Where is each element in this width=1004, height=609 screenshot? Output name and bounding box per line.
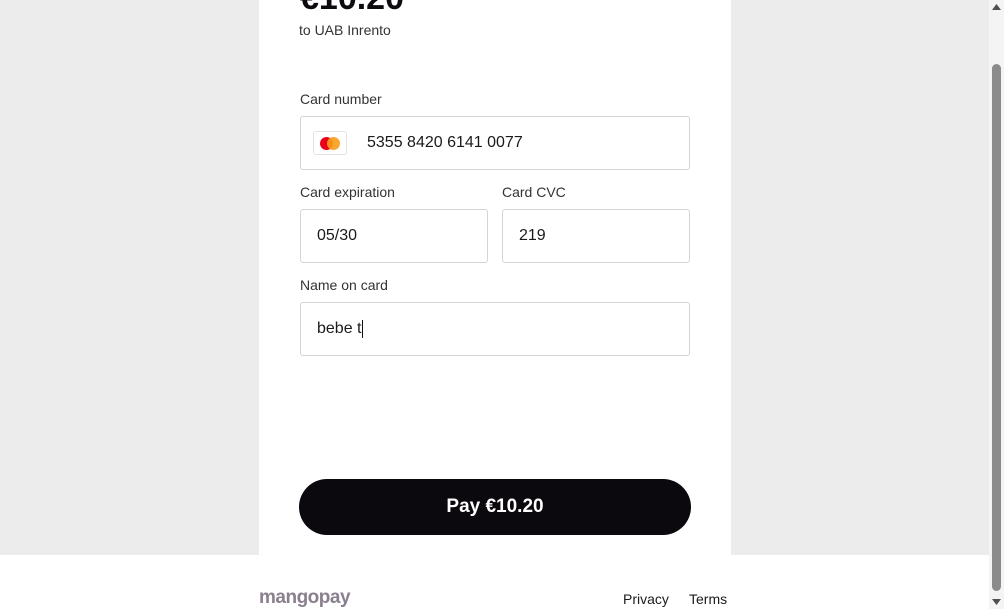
merchant-name: to UAB Inrento — [299, 22, 391, 38]
payment-amount: €10.20 — [300, 0, 404, 18]
terms-link[interactable]: Terms — [689, 591, 727, 607]
mastercard-icon — [313, 131, 347, 155]
card-expiration-value: 05/30 — [317, 227, 358, 244]
card-expiration-field[interactable]: 05/30 — [300, 209, 488, 263]
name-on-card-field[interactable]: bebe t — [300, 302, 690, 356]
name-on-card-value: bebe t — [317, 319, 364, 338]
card-cvc-value: 219 — [519, 227, 546, 244]
checkout-page: €10.20 to UAB Inrento Card number 5355 8… — [0, 0, 1004, 609]
pay-button[interactable]: Pay €10.20 — [299, 479, 691, 535]
card-number-value: 5355 8420 6141 0077 — [367, 134, 523, 151]
scrollbar-thumb[interactable] — [992, 64, 1001, 591]
privacy-link[interactable]: Privacy — [623, 591, 669, 607]
vertical-scrollbar[interactable] — [989, 0, 1004, 609]
name-on-card-label: Name on card — [300, 277, 388, 293]
text-caret — [362, 319, 364, 338]
scroll-down-icon[interactable] — [989, 595, 1004, 609]
scroll-up-icon[interactable] — [989, 0, 1004, 14]
card-cvc-label: Card CVC — [502, 184, 566, 200]
card-cvc-field[interactable]: 219 — [502, 209, 690, 263]
card-number-field[interactable]: 5355 8420 6141 0077 — [300, 116, 690, 170]
card-expiration-label: Card expiration — [300, 184, 395, 200]
mangopay-logo: mangopay — [259, 587, 351, 608]
card-number-label: Card number — [300, 91, 382, 107]
